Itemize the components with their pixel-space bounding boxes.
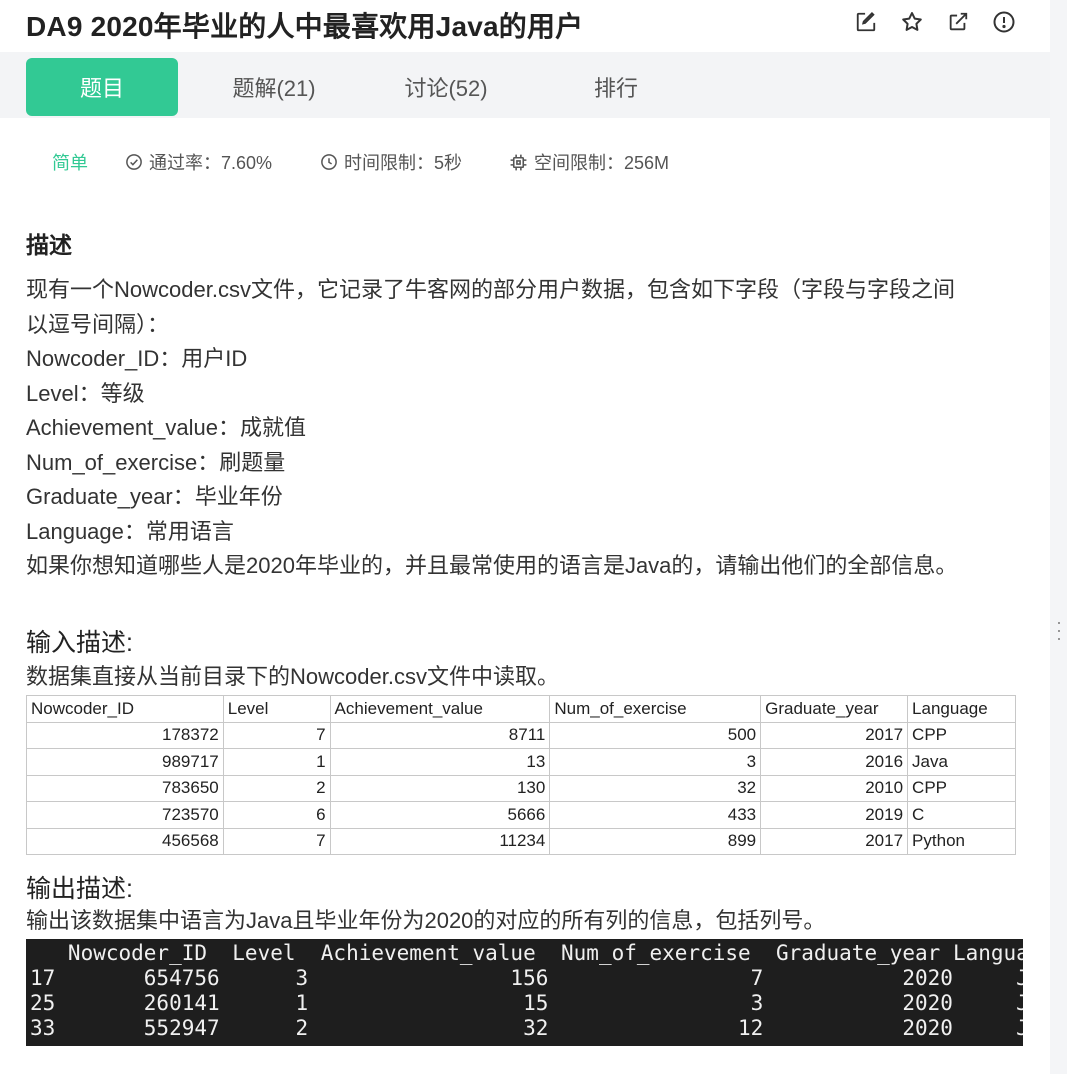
problem-page: DA9 2020年毕业的人中最喜欢用Java的用户 题目 题解(21) 讨论(5… <box>0 0 1050 1074</box>
sample-output-console: Nowcoder_ID Level Achievement_value Num_… <box>26 939 1023 1046</box>
description-line: Graduate_year：毕业年份 <box>26 484 283 509</box>
tab-problem[interactable]: 题目 <box>26 58 178 116</box>
edit-icon[interactable] <box>854 10 878 34</box>
description-line: 现有一个Nowcoder.csv文件，它记录了牛客网的部分用户数据，包含如下字段… <box>26 277 955 302</box>
console-line: Nowcoder_ID Level Achievement_value Num_… <box>30 941 1023 965</box>
external-link-icon[interactable] <box>946 10 970 34</box>
table-cell: 500 <box>549 721 762 749</box>
pass-rate-text: 通过率：7.60% <box>149 153 273 173</box>
more-options-icon[interactable]: · · · <box>1055 613 1063 647</box>
table-cell: 11234 <box>329 827 551 855</box>
pass-rate: 通过率：7.60% <box>125 149 272 175</box>
table-cell: 2010 <box>760 774 909 802</box>
side-gutter <box>1050 0 1067 1074</box>
sample-input-table: Nowcoder_ID Level Achievement_value Num_… <box>26 695 1016 855</box>
table-cell: 899 <box>549 827 762 855</box>
table-cell: 2016 <box>760 748 909 776</box>
description-body: 现有一个Nowcoder.csv文件，它记录了牛客网的部分用户数据，包含如下字段… <box>26 273 1016 584</box>
description-heading: 描述 <box>26 232 72 258</box>
column-header: Nowcoder_ID <box>26 695 224 723</box>
problem-meta: 简单 通过率：7.60% 时间限制：5秒 空间限制：256M <box>0 146 1050 176</box>
space-limit-text: 空间限制：256M <box>534 153 670 173</box>
console-output: Nowcoder_ID Level Achievement_value Num_… <box>30 941 1023 1041</box>
table-cell: 7 <box>222 827 331 855</box>
clock-icon <box>321 154 337 170</box>
difficulty-badge: 简单 <box>52 153 88 173</box>
table-cell: 723570 <box>26 801 224 829</box>
table-cell: Java <box>907 748 1016 776</box>
column-header: Level <box>222 695 331 723</box>
table-cell: CPP <box>907 774 1016 802</box>
input-heading: 输入描述: <box>26 629 133 657</box>
table-header-row: Nowcoder_ID Level Achievement_value Num_… <box>26 695 1016 723</box>
tab-solutions[interactable]: 题解(21) <box>196 58 352 116</box>
table-cell: C <box>907 801 1016 829</box>
table-cell: 456568 <box>26 827 224 855</box>
star-icon[interactable] <box>900 10 924 34</box>
table-cell: 5666 <box>329 801 551 829</box>
table-cell: 130 <box>329 774 551 802</box>
table-row: 456568 7 11234 899 2017 Python <box>26 827 1016 855</box>
time-limit-text: 时间限制：5秒 <box>344 153 463 173</box>
column-header: Num_of_exercise <box>549 695 762 723</box>
description-line: 如果你想知道哪些人是2020年毕业的，并且最常使用的语言是Java的，请输出他们… <box>26 553 958 578</box>
console-line: 17 654756 3 156 7 2020 Java <box>30 966 1023 990</box>
description-line: Language：常用语言 <box>26 518 234 544</box>
table-cell: 3 <box>549 748 762 776</box>
space-limit: 空间限制：256M <box>509 149 669 175</box>
console-line: 25 260141 1 15 3 2020 Java <box>30 991 1023 1015</box>
title-actions <box>854 10 1016 34</box>
table-cell: 2 <box>222 774 331 802</box>
table-cell: Python <box>907 827 1016 855</box>
table-cell: CPP <box>907 721 1016 749</box>
column-header: Language <box>907 695 1016 723</box>
table-cell: 178372 <box>26 721 224 749</box>
table-cell: 7 <box>222 721 331 749</box>
table-row: 783650 2 130 32 2010 CPP <box>26 774 1016 802</box>
column-header: Graduate_year <box>760 695 909 723</box>
table-row: 989717 1 13 3 2016 Java <box>26 748 1016 776</box>
problem-tabs: 题目 题解(21) 讨论(52) 排行 <box>0 52 1050 118</box>
table-cell: 2017 <box>760 721 909 749</box>
time-limit: 时间限制：5秒 <box>320 149 462 175</box>
table-cell: 2019 <box>760 801 909 829</box>
description-line: Achievement_value：成就值 <box>26 415 307 440</box>
table-cell: 1 <box>222 748 331 776</box>
description-line: Num_of_exercise：刷题量 <box>26 449 286 475</box>
table-cell: 32 <box>549 774 762 802</box>
input-text: 数据集直接从当前目录下的Nowcoder.csv文件中读取。 <box>26 664 559 689</box>
output-heading: 输出描述: <box>26 875 133 903</box>
tab-ranking[interactable]: 排行 <box>540 58 692 116</box>
report-icon[interactable] <box>992 10 1016 34</box>
description-line: Level：等级 <box>26 380 145 406</box>
problem-title: DA9 2020年毕业的人中最喜欢用Java的用户 <box>26 11 584 42</box>
table-row: 178372 7 8711 500 2017 CPP <box>26 721 1016 749</box>
table-cell: 433 <box>549 801 762 829</box>
table-cell: 989717 <box>26 748 224 776</box>
tab-discussion[interactable]: 讨论(52) <box>368 58 524 116</box>
check-circle-icon <box>126 154 142 170</box>
table-row: 723570 6 5666 433 2019 C <box>26 801 1016 829</box>
table-cell: 783650 <box>26 774 224 802</box>
table-cell: 6 <box>222 801 331 829</box>
table-cell: 8711 <box>329 721 551 749</box>
title-bar: DA9 2020年毕业的人中最喜欢用Java的用户 <box>0 0 1050 46</box>
table-cell: 2017 <box>760 827 909 855</box>
description-line: Nowcoder_ID：用户ID <box>26 346 248 371</box>
output-text: 输出该数据集中语言为Java且毕业年份为2020的对应的所有列的信息，包括列号。 <box>26 908 826 933</box>
column-header: Achievement_value <box>329 695 551 723</box>
table-cell: 13 <box>329 748 551 776</box>
console-line: 33 552947 2 32 12 2020 Java <box>30 1016 1023 1040</box>
description-line: 以逗号间隔）： <box>26 311 170 337</box>
chip-icon <box>510 154 527 170</box>
